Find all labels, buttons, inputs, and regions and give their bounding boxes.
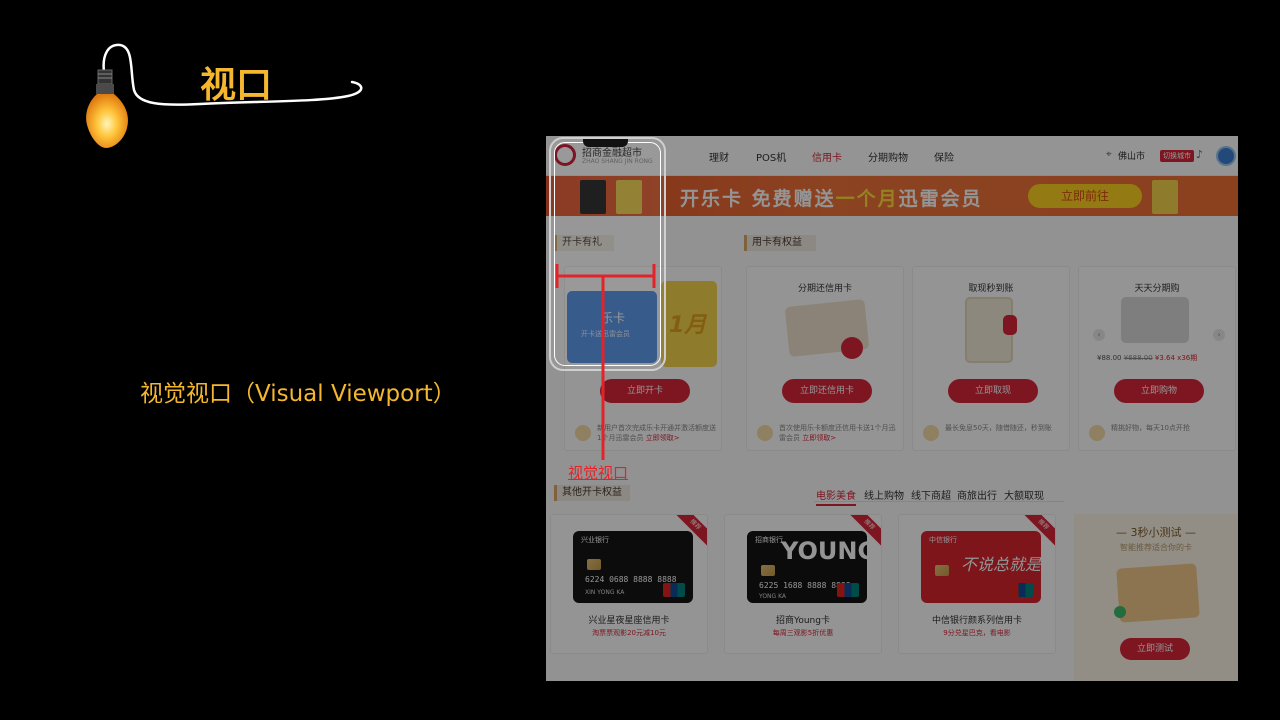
panel-tip: 首次使用乐卡额度还信用卡送1个月迅雷会员 立即领取> <box>779 423 899 443</box>
vip-month: 1月 <box>669 313 707 338</box>
phone-notch <box>583 139 628 147</box>
red-tag <box>1003 315 1017 335</box>
chip-icon <box>935 565 949 576</box>
chip-icon <box>587 559 601 570</box>
city-switch-badge[interactable]: 切换城市 <box>1160 150 1194 162</box>
avatar-icon[interactable] <box>1216 146 1236 166</box>
panel-tip: 精挑好物，每天10点开抢 <box>1111 424 1190 432</box>
credit-card-item[interactable]: 推荐 招商银行 YOUNG 6225 1688 8888 8888 YONG K… <box>724 514 882 654</box>
wallet-icon <box>923 425 939 441</box>
nav-pos[interactable]: POS机 <box>756 149 786 164</box>
credit-card-item[interactable]: 推荐 兴业银行 6224 0688 8888 8888 XIN YONG KA … <box>550 514 708 654</box>
unionpay-icon <box>837 583 859 597</box>
panel-shop: 天天分期购 ‹ › ¥88.00 ¥688.00 ¥3.64 x36期 立即购物… <box>1078 266 1236 451</box>
nav-installment[interactable]: 分期购物 <box>868 149 908 164</box>
slide-title: 视口 <box>200 65 273 106</box>
tab-movie-food[interactable]: 电影美食 <box>816 487 856 506</box>
panel-cash: 取现秒到账 立即取现 最长免息50天，随借随还，秒到账 <box>912 266 1070 451</box>
banner-highlight: 一个月 <box>835 188 899 210</box>
banner-text: 开乐卡 免费赠送一个月迅雷会员 <box>680 184 983 211</box>
bell-icon[interactable]: ♪ <box>1196 148 1203 161</box>
section-tag-right: 用卡有权益 <box>744 235 816 251</box>
gift-icon <box>757 425 773 441</box>
panel-tip: 新用户首次完成乐卡开通并激活额度送1个月迅雷会员 立即领取> <box>597 423 717 443</box>
card-name: 招商Young卡 <box>776 616 830 626</box>
gift-icon <box>575 425 591 441</box>
xunlei-vip-card: 1月 <box>661 281 717 367</box>
card-holder: XIN YONG KA <box>585 589 625 596</box>
quiz-button[interactable]: 立即测试 <box>1120 638 1190 660</box>
tab-online-shopping[interactable]: 线上购物 <box>864 487 904 502</box>
phone-frame <box>549 137 666 371</box>
tip-text: 首次使用乐卡额度还信用卡送1个月迅雷会员 <box>779 424 896 442</box>
card-benefit: 9分兑星巴克，看电影 <box>943 629 1011 637</box>
panel-title: 分期还信用卡 <box>797 284 852 294</box>
nav-licai[interactable]: 理财 <box>709 149 729 164</box>
price-installment: ¥3.64 x36期 <box>1154 354 1198 362</box>
card-image: 招商银行 YOUNG 6225 1688 8888 8888 YONG KA <box>747 531 867 603</box>
bank-name: 中信银行 <box>929 536 957 544</box>
nav-credit-card[interactable]: 信用卡 <box>812 149 842 164</box>
young-headline: YOUNG <box>781 537 867 565</box>
viewport-label: 视觉视口 <box>568 464 629 482</box>
tab-cash[interactable]: 大额取现 <box>1004 487 1044 502</box>
nav-insurance[interactable]: 保险 <box>934 149 954 164</box>
claim-link[interactable]: 立即领取> <box>802 434 836 442</box>
tab-offline-mall[interactable]: 线下商超 <box>911 487 951 502</box>
unionpay-icon <box>663 583 685 597</box>
banner-go-button[interactable]: 立即前往 <box>1028 184 1142 208</box>
card-slogan: 不说总就是 <box>961 555 1041 574</box>
check-icon <box>1114 606 1126 618</box>
card-name: 中信银行颜系列信用卡 <box>931 616 1022 626</box>
panel-tip: 最长免息50天，随借随还，秒到账 <box>945 424 1052 432</box>
location-icon: ⌖ <box>1106 149 1112 160</box>
tab-underline <box>814 501 1064 502</box>
coin-icon <box>1089 425 1105 441</box>
bank-name: 兴业银行 <box>581 536 609 544</box>
shop-button[interactable]: 立即购物 <box>1114 379 1204 403</box>
price-now: ¥88.00 <box>1097 354 1122 362</box>
panel-title: 取现秒到账 <box>968 284 1014 294</box>
phone-screen <box>554 142 661 366</box>
red-coin <box>841 337 863 359</box>
price-old: ¥688.00 <box>1123 354 1153 362</box>
card-name: 兴业星夜星座信用卡 <box>588 616 670 626</box>
card-benefit: 淘票票观影20元减10元 <box>592 629 666 637</box>
chevron-left-icon[interactable]: ‹ <box>1093 329 1105 341</box>
slide-subtitle: 视觉视口（Visual Viewport） <box>140 381 456 407</box>
bank-name: 招商银行 <box>755 536 783 544</box>
cash-button[interactable]: 立即取现 <box>948 379 1038 403</box>
tab-travel[interactable]: 商旅出行 <box>957 487 997 502</box>
card-image: 中信银行 不说总就是 <box>921 531 1041 603</box>
panel-repay: 分期还信用卡 立即还信用卡 首次使用乐卡额度还信用卡送1个月迅雷会员 立即领取> <box>746 266 904 451</box>
product-image[interactable] <box>1121 297 1189 343</box>
quiz-subtitle: 智能推荐适合你的卡 <box>1120 543 1192 552</box>
unionpay-icon <box>1011 583 1033 597</box>
open-card-button[interactable]: 立即开卡 <box>600 379 690 403</box>
quiz-card-illustration <box>1116 563 1200 623</box>
card-benefit: 每周三观影5折优惠 <box>772 629 834 637</box>
credit-card-item[interactable]: 推荐 中信银行 不说总就是 中信银行颜系列信用卡 9分兑星巴克，看电影 <box>898 514 1056 654</box>
banner-text-b: 迅雷会员 <box>898 188 983 210</box>
city-label[interactable]: 佛山市 <box>1118 149 1145 162</box>
product-price: ¥88.00 ¥688.00 ¥3.64 x36期 <box>1097 353 1197 363</box>
claim-link[interactable]: 立即领取> <box>646 434 680 442</box>
chevron-right-icon[interactable]: › <box>1213 329 1225 341</box>
card-image: 兴业银行 6224 0688 8888 8888 XIN YONG KA <box>573 531 693 603</box>
card-holder: YONG KA <box>759 593 787 600</box>
banner-text-a: 开乐卡 免费赠送 <box>680 188 836 210</box>
card-image <box>1152 180 1178 214</box>
chip-icon <box>761 565 775 576</box>
quiz-title: — 3秒小测试 — <box>1116 526 1196 539</box>
panel-title: 天天分期购 <box>1134 284 1180 294</box>
section-tag-other: 其他开卡权益 <box>554 485 630 501</box>
repay-button[interactable]: 立即还信用卡 <box>782 379 872 403</box>
quiz-panel: — 3秒小测试 — 智能推荐适合你的卡 立即测试 <box>1074 514 1238 681</box>
